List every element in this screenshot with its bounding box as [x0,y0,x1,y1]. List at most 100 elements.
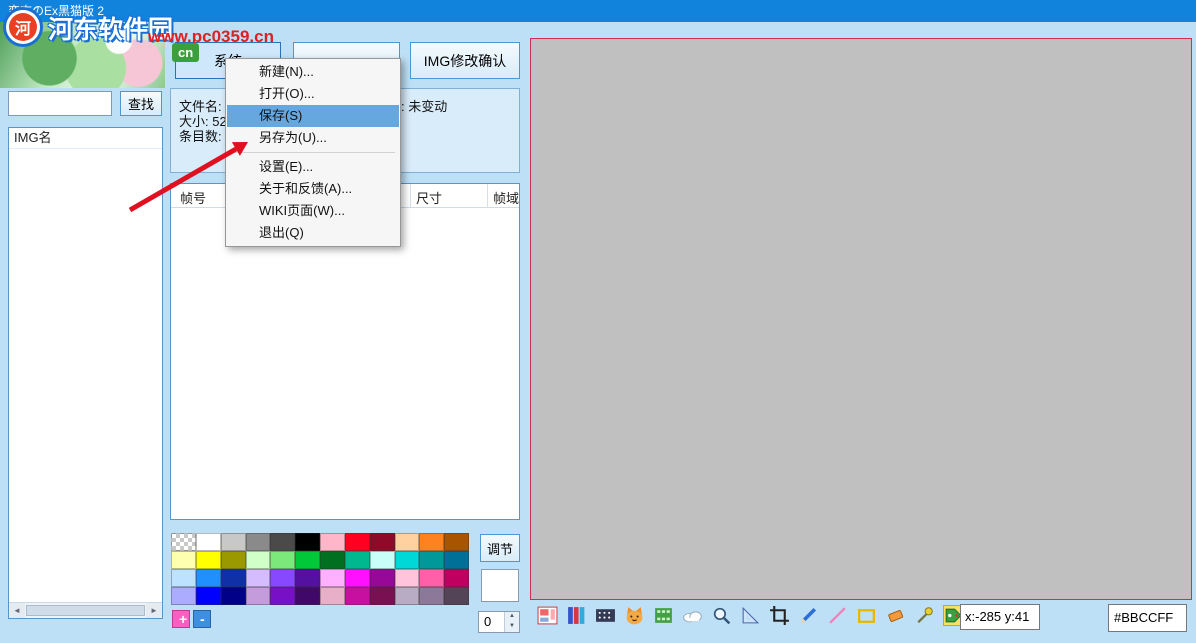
color-swatch[interactable] [370,587,395,605]
color-swatch[interactable] [295,551,320,569]
scroll-right-icon[interactable]: ► [146,603,162,618]
color-swatch[interactable] [370,533,395,551]
menu-item-save[interactable]: 保存(S) [227,105,399,127]
zoom-icon[interactable] [709,603,734,628]
scroll-left-icon[interactable]: ◄ [9,603,25,618]
column-frame-number[interactable]: 帧号 [180,188,206,207]
img-confirm-button[interactable]: IMG修改确认 [410,42,520,79]
color-swatch[interactable] [221,587,246,605]
column-size[interactable]: 尺寸 [416,188,442,207]
color-swatch[interactable] [295,569,320,587]
menu-item-settings[interactable]: 设置(E)... [227,156,399,178]
column-frame-area[interactable]: 帧域 [493,188,519,207]
color-swatch[interactable] [246,533,271,551]
find-button[interactable]: 查找 [120,91,162,116]
coordinate-display: x:-285 y:41 [960,604,1040,630]
color-swatch[interactable] [395,533,420,551]
color-swatch[interactable] [444,587,469,605]
color-swatch[interactable] [395,587,420,605]
menu-item-save-as[interactable]: 另存为(U)... [227,127,399,149]
cloud-icon[interactable] [680,603,705,628]
color-swatch[interactable] [419,569,444,587]
line-icon[interactable] [825,603,850,628]
menu-item-about[interactable]: 关于和反馈(A)... [227,178,399,200]
menu-item-exit[interactable]: 退出(Q) [227,222,399,244]
color-swatch[interactable] [221,533,246,551]
color-swatch[interactable] [444,551,469,569]
color-swatch[interactable] [246,587,271,605]
color-swatch[interactable] [370,551,395,569]
color-swatch[interactable] [419,533,444,551]
bottom-toolbar [535,603,966,628]
color-swatch[interactable] [246,551,271,569]
modified-status-text: : 未变动 [401,96,447,115]
img-list[interactable]: IMG名 ◄ ► [8,127,163,619]
scrollbar-thumb[interactable] [26,605,145,616]
color-swatch[interactable] [345,587,370,605]
color-swatch[interactable] [444,533,469,551]
color-swatch[interactable] [419,587,444,605]
film-icon[interactable] [593,603,618,628]
color-swatch[interactable] [320,551,345,569]
color-swatch[interactable] [196,587,221,605]
color-swatch[interactable] [419,551,444,569]
entry-count-label: 条目数: [179,126,222,145]
ruler-icon[interactable] [738,603,763,628]
spinner-value[interactable]: 0 [479,612,504,632]
color-swatch[interactable] [395,569,420,587]
menu-item-new[interactable]: 新建(N)... [227,61,399,83]
adjust-button[interactable]: 调节 [480,534,520,562]
color-swatch[interactable] [370,569,395,587]
color-palette [171,533,469,605]
color-swatch[interactable] [246,569,271,587]
rectangle-icon[interactable] [854,603,879,628]
color-swatch[interactable] [320,569,345,587]
color-swatch[interactable] [171,551,196,569]
color-swatch[interactable] [196,569,221,587]
dropper-icon[interactable] [912,603,937,628]
cat-icon[interactable] [622,603,647,628]
watermark-logo-char: 河 [9,13,37,41]
spinner-down-icon[interactable]: ▼ [505,622,519,632]
titlebar: 变态のEx黑猫版 2 [0,0,1196,22]
search-input[interactable] [8,91,112,116]
menu-item-open[interactable]: 打开(O)... [227,83,399,105]
color-swatch[interactable] [171,587,196,605]
frame-edit-icon[interactable] [535,603,560,628]
color-swatch[interactable] [270,587,295,605]
color-swatch[interactable] [196,533,221,551]
color-swatch[interactable] [221,569,246,587]
color-swatch[interactable] [270,551,295,569]
color-swatch[interactable] [320,533,345,551]
menu-item-wiki[interactable]: WIKI页面(W)... [227,200,399,222]
system-dropdown-menu: 新建(N)... 打开(O)... 保存(S) 另存为(U)... 设置(E).… [225,58,401,247]
img-list-hscrollbar[interactable]: ◄ ► [9,602,162,618]
menu-separator [231,152,395,153]
add-color-button[interactable]: + [172,610,190,628]
canvas-area[interactable] [530,38,1192,600]
color-swatch[interactable] [196,551,221,569]
color-columns-icon[interactable] [564,603,589,628]
color-swatch[interactable] [295,587,320,605]
color-swatch[interactable] [171,533,196,551]
crop-icon[interactable] [767,603,792,628]
filmstrip-icon[interactable] [651,603,676,628]
spinner-up-icon[interactable]: ▲ [505,612,519,622]
color-swatch[interactable] [171,569,196,587]
color-swatch[interactable] [320,587,345,605]
column-divider [410,184,411,207]
pencil-icon[interactable] [796,603,821,628]
remove-color-button[interactable]: - [193,610,211,628]
color-swatch[interactable] [345,551,370,569]
eraser-icon[interactable] [883,603,908,628]
color-swatch[interactable] [444,569,469,587]
color-swatch[interactable] [295,533,320,551]
color-swatch[interactable] [221,551,246,569]
color-swatch[interactable] [270,533,295,551]
color-swatch[interactable] [345,569,370,587]
value-spinner[interactable]: 0 ▲ ▼ [478,611,520,633]
color-swatch[interactable] [395,551,420,569]
color-swatch[interactable] [270,569,295,587]
column-divider [487,184,488,207]
color-swatch[interactable] [345,533,370,551]
